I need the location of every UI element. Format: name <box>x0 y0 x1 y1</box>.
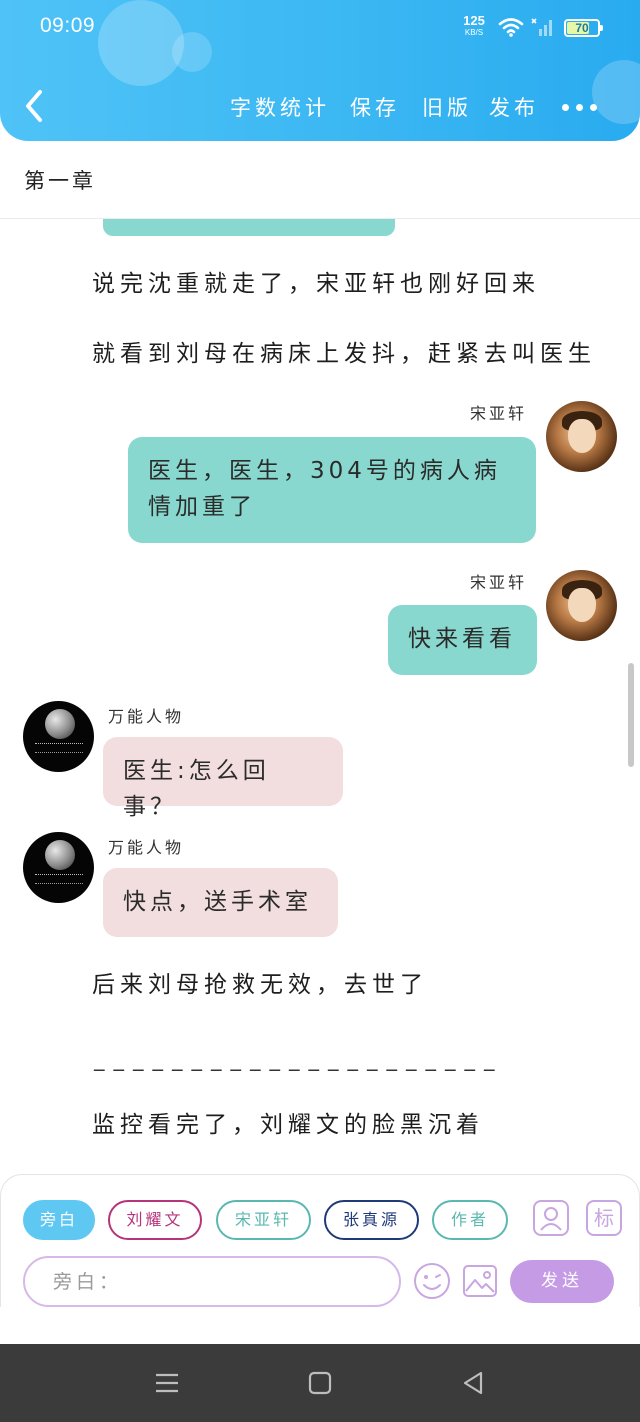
chapter-title[interactable]: 第一章 <box>24 165 96 195</box>
avatar[interactable] <box>23 701 94 772</box>
home-icon[interactable] <box>305 1368 335 1398</box>
role-chip-liu-yaowen[interactable]: 刘耀文 <box>108 1200 202 1240</box>
chat-bubble-partial <box>103 219 395 236</box>
chapter-bar: 第一章 <box>0 141 640 219</box>
decor-bubble <box>592 60 640 124</box>
emoji-icon[interactable] <box>413 1262 451 1300</box>
chat-bubble-line: 医生，医生，304号的病人病 <box>148 458 501 484</box>
role-chip-zhang-zhenyuan[interactable]: 张真源 <box>324 1200 419 1240</box>
role-chip-song-yaxuan[interactable]: 宋亚轩 <box>216 1200 311 1240</box>
wifi-icon <box>498 18 524 37</box>
message-input[interactable] <box>23 1256 401 1307</box>
panel-bottom-space <box>0 1307 640 1344</box>
narration-line: 监控看完了，刘耀文的脸黑沉着 <box>92 1112 484 1138</box>
role-chip-narrator[interactable]: 旁白 <box>23 1200 95 1240</box>
image-icon[interactable] <box>461 1262 499 1300</box>
chat-bubble-line: 情加重了 <box>148 494 256 520</box>
speaker-name: 宋亚轩 <box>470 404 528 423</box>
send-button[interactable]: 发送 <box>510 1260 614 1303</box>
network-speed-value: 125 <box>463 13 485 28</box>
avatar[interactable] <box>23 832 94 903</box>
speaker-name: 万能人物 <box>108 838 185 857</box>
speaker-name: 万能人物 <box>108 707 185 726</box>
avatar[interactable] <box>546 570 617 641</box>
back-arrow-icon[interactable] <box>20 88 50 124</box>
person-icon <box>540 1207 562 1231</box>
network-speed-unit: KB/S <box>464 28 484 37</box>
top-header: 09:09 125 KB/S 70 字数统计 保存 旧版 发布 <box>0 0 640 141</box>
more-options-icon[interactable] <box>562 100 598 114</box>
old-version-button[interactable]: 旧版 <box>422 92 472 122</box>
signal-icon <box>531 18 552 36</box>
narration-line: 后来刘母抢救无效，去世了 <box>92 972 428 998</box>
chat-bubble: 医生，医生，304号的病人病 情加重了 <box>128 437 536 543</box>
publish-button[interactable]: 发布 <box>489 92 539 122</box>
chat-bubble: 快点，送手术室 <box>103 868 338 937</box>
character-manage-icon[interactable] <box>533 1200 569 1236</box>
chat-bubble: 医生:怎么回事？ <box>103 737 343 820</box>
narration-line: 说完沈重就走了，宋亚轩也刚好回来 <box>92 271 540 297</box>
battery-indicator: 70 <box>564 19 603 37</box>
word-count-button[interactable]: 字数统计 <box>230 92 330 122</box>
avatar[interactable] <box>546 401 617 472</box>
decor-bubble <box>172 32 212 72</box>
network-speed: 125 KB/S <box>460 13 488 38</box>
battery-level: 70 <box>575 21 589 35</box>
system-navigation-bar <box>0 1344 640 1422</box>
battery-nub <box>600 25 603 31</box>
scrollbar[interactable] <box>628 663 634 767</box>
save-button[interactable]: 保存 <box>350 92 400 122</box>
menu-icon[interactable] <box>152 1368 182 1398</box>
narration-line: 就看到刘母在病床上发抖，赶紧去叫医生 <box>92 341 596 367</box>
story-content: 说完沈重就走了，宋亚轩也刚好回来 就看到刘母在病床上发抖，赶紧去叫医生 宋亚轩 … <box>0 219 640 1174</box>
role-chip-author[interactable]: 作者 <box>432 1200 508 1240</box>
separator-line: _____________________ <box>94 1047 504 1071</box>
decor-bubble <box>98 0 184 86</box>
back-triangle-icon[interactable] <box>458 1368 488 1398</box>
mark-button[interactable]: 标 <box>586 1200 622 1236</box>
status-time: 09:09 <box>40 14 96 37</box>
chat-bubble: 快来看看 <box>388 605 537 675</box>
speaker-name: 宋亚轩 <box>470 573 528 592</box>
